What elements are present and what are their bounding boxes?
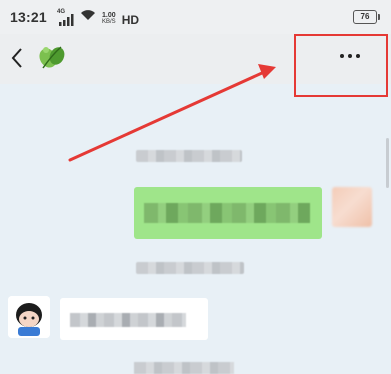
network-speed: 1.00 KB/S	[102, 12, 116, 25]
network-type-label: 4G	[57, 9, 66, 15]
scrollbar[interactable]	[386, 138, 389, 188]
status-icons: 4G 1.00 KB/S HD	[57, 8, 140, 27]
wifi-icon	[80, 8, 96, 26]
battery-icon: 76	[353, 10, 380, 24]
back-arrow-icon	[11, 48, 22, 68]
chat-header	[0, 34, 391, 84]
more-dots-icon	[340, 54, 344, 58]
timestamp-blurred	[134, 362, 234, 374]
back-button[interactable]	[4, 42, 30, 74]
speed-unit: KB/S	[102, 19, 116, 25]
signal-bars-icon: 4G	[57, 9, 74, 26]
chat-avatar[interactable]	[37, 43, 67, 71]
sent-message-bubble[interactable]	[134, 187, 322, 239]
self-avatar[interactable]	[332, 187, 372, 227]
timestamp-blurred	[136, 150, 242, 162]
hd-label: HD	[121, 13, 140, 27]
message-text-blurred	[144, 203, 310, 223]
message-text-blurred	[70, 313, 186, 327]
contact-avatar[interactable]	[8, 296, 50, 338]
timestamp-blurred	[136, 262, 244, 274]
received-message-bubble[interactable]	[60, 298, 208, 340]
battery-level: 76	[360, 12, 370, 21]
status-bar: 13:21 4G 1.00 KB/S HD 76	[0, 0, 391, 34]
more-dots-icon	[348, 54, 352, 58]
status-time: 13:21	[10, 9, 47, 25]
more-options-button[interactable]	[330, 42, 370, 70]
more-dots-icon	[356, 54, 360, 58]
leaf-logo-icon	[39, 46, 65, 69]
cartoon-face-icon	[8, 296, 50, 338]
